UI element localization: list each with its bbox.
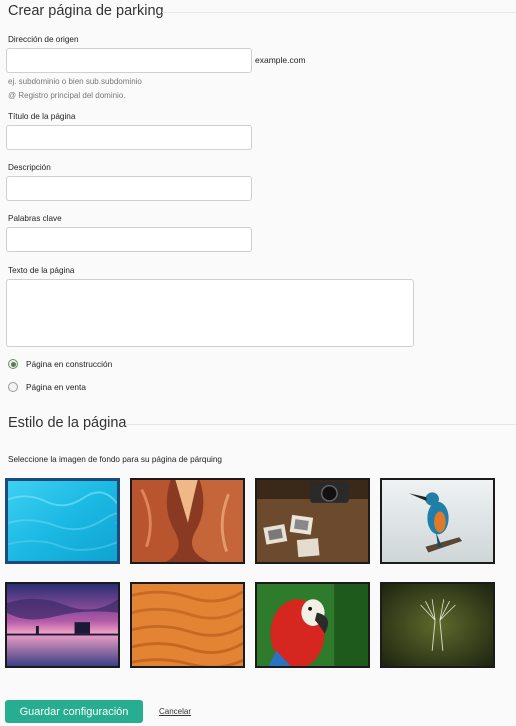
source-hint-domain: @ Registro principal del dominio.: [8, 91, 126, 100]
bg-image-sand-dunes[interactable]: [130, 582, 245, 668]
cancel-link[interactable]: Cancelar: [159, 707, 191, 716]
source-hint: ej. subdominio o bien sub.subdominio: [8, 77, 142, 86]
bg-image-macaw[interactable]: [255, 582, 370, 668]
source-label: Dirección de origen: [8, 35, 79, 44]
bg-image-kingfisher[interactable]: [380, 478, 495, 564]
bg-image-dandelion-seeds[interactable]: [380, 582, 495, 668]
style-divider: [125, 424, 516, 425]
page-text-label: Texto de la página: [8, 266, 75, 275]
bg-image-sunset-lake[interactable]: [5, 582, 120, 668]
bg-image-water[interactable]: [5, 478, 120, 564]
page-title-input[interactable]: [6, 125, 252, 150]
description-label: Descripción: [8, 163, 51, 172]
radio-under-construction-icon[interactable]: [8, 359, 18, 369]
radio-for-sale[interactable]: Página en venta: [8, 382, 86, 392]
save-configuration-button[interactable]: Guardar configuración: [5, 700, 143, 723]
source-input[interactable]: [6, 48, 252, 73]
radio-for-sale-label: Página en venta: [26, 382, 86, 392]
bg-image-canyon[interactable]: [130, 478, 245, 564]
bg-image-cameras-photos[interactable]: [255, 478, 370, 564]
keywords-input[interactable]: [6, 227, 252, 252]
radio-under-construction[interactable]: Página en construcción: [8, 359, 112, 369]
title-divider: [162, 12, 516, 13]
radio-for-sale-icon[interactable]: [8, 382, 18, 392]
radio-under-construction-label: Página en construcción: [26, 359, 113, 369]
page-title-label: Título de la página: [8, 112, 76, 121]
description-input[interactable]: [6, 176, 252, 201]
style-section-title: Estilo de la página: [8, 415, 127, 431]
radio-dot-icon: [10, 361, 16, 367]
domain-suffix: example.com: [255, 55, 306, 65]
background-instruction: Seleccione la imagen de fondo para su pá…: [8, 455, 222, 464]
keywords-label: Palabras clave: [8, 214, 62, 223]
page-text-textarea[interactable]: [6, 279, 414, 347]
page-title: Crear página de parking: [8, 3, 164, 19]
